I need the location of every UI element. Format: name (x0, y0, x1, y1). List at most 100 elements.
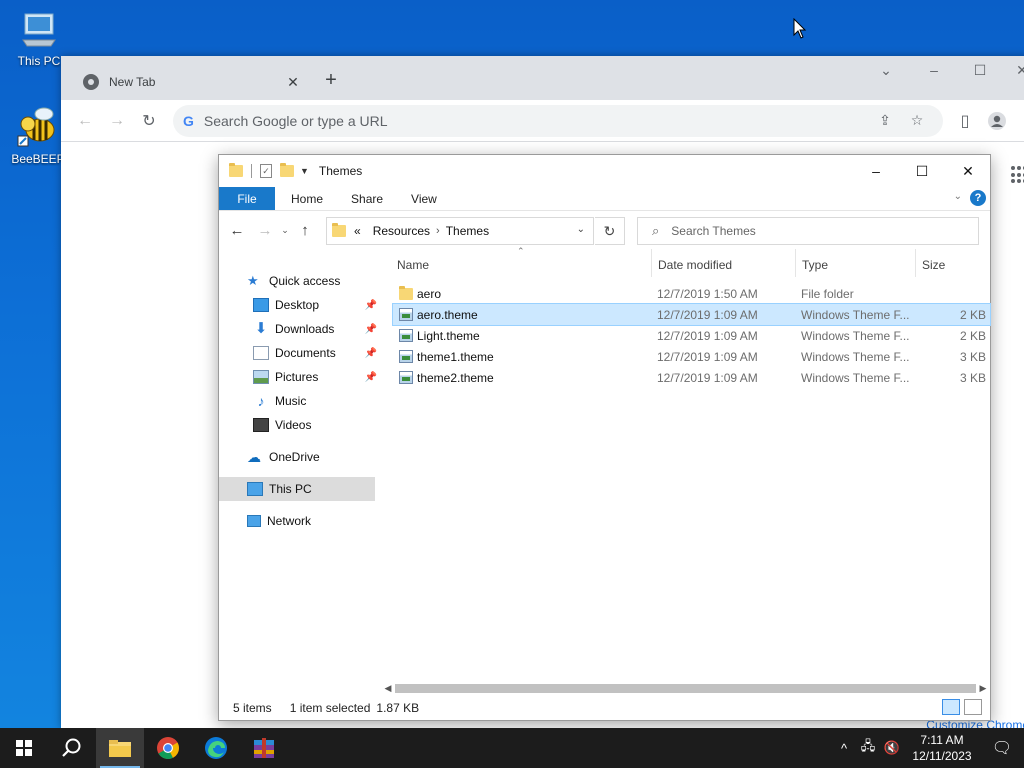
help-icon[interactable]: ? (970, 190, 986, 206)
file-date: 12/7/2019 1:50 AM (657, 287, 758, 301)
horizontal-scrollbar[interactable]: ◀ ▶ (381, 680, 990, 696)
desktop-icon (253, 298, 269, 312)
expand-ribbon-icon[interactable]: ⌄ (954, 191, 962, 202)
tab-file[interactable]: File (219, 187, 275, 210)
search-box[interactable]: ⌕ (637, 217, 979, 245)
mouse-cursor-icon (793, 18, 807, 39)
nav-item-label: OneDrive (269, 450, 320, 464)
address-dropdown-icon[interactable]: ⌄ (577, 224, 585, 235)
computer-icon (247, 482, 263, 496)
file-type: Windows Theme F... (801, 371, 910, 385)
taskbar-chrome[interactable] (144, 728, 192, 768)
back-icon[interactable]: ← (225, 222, 249, 239)
file-row[interactable]: aero.theme 12/7/2019 1:09 AM Windows Theme… (392, 303, 991, 326)
address-bar[interactable]: « Resources › Themes ⌄ (326, 217, 594, 245)
desktop-icon-this-pc[interactable]: This PC (9, 8, 69, 68)
volume-muted-icon[interactable]: 🔇 (880, 740, 904, 756)
details-view-icon[interactable] (942, 699, 960, 715)
nav-videos[interactable]: Videos (219, 413, 381, 437)
column-header-date[interactable]: Date modified (658, 258, 732, 272)
nav-documents[interactable]: Documents 📌 (219, 341, 381, 365)
file-size: 3 KB (959, 350, 986, 364)
nav-music[interactable]: ♪ Music (219, 389, 381, 413)
pin-icon: 📌 (364, 371, 377, 383)
nav-onedrive[interactable]: ☁ OneDrive (219, 445, 381, 469)
quick-access-toolbar-dropdown-icon[interactable]: ▼ (300, 166, 309, 176)
profile-avatar-icon[interactable] (981, 105, 1013, 137)
bee-icon (16, 106, 60, 150)
search-icon (62, 738, 81, 757)
network-icon (247, 515, 261, 527)
nav-this-pc[interactable]: This PC (219, 477, 375, 501)
address-toolbar: ← → ⌄ ↑ « Resources › Themes ⌄ ↻ ⌕ (219, 211, 990, 249)
close-tab-icon[interactable]: ✕ (285, 74, 301, 91)
breadcrumb-separator-icon[interactable]: › (436, 225, 440, 237)
tab-view[interactable]: View (397, 187, 451, 210)
back-icon[interactable]: ← (69, 105, 101, 137)
taskbar: ^ 🖧 🔇 7:11 AM 12/11/2023 🗨 (0, 728, 1024, 768)
file-row[interactable]: theme1.theme 12/7/2019 1:09 AM Windows The… (393, 346, 990, 367)
close-icon[interactable]: ✕ (945, 155, 991, 187)
google-apps-icon[interactable] (1011, 166, 1024, 184)
file-size: 2 KB (959, 329, 986, 343)
nav-desktop[interactable]: Desktop 📌 (219, 293, 381, 317)
file-date: 12/7/2019 1:09 AM (657, 350, 758, 364)
search-input[interactable] (671, 224, 952, 238)
bookmark-star-icon[interactable]: ☆ (901, 112, 933, 129)
refresh-icon[interactable]: ↻ (595, 217, 625, 245)
taskbar-winrar[interactable] (240, 728, 288, 768)
view-toggle (942, 699, 982, 715)
forward-icon[interactable]: → (101, 105, 133, 137)
up-icon[interactable]: ↑ (293, 222, 317, 239)
new-folder-icon[interactable] (280, 163, 294, 177)
file-row[interactable]: aero 12/7/2019 1:50 AM File folder (393, 283, 990, 304)
breadcrumb-overflow[interactable]: « (354, 224, 361, 238)
recent-locations-icon[interactable]: ⌄ (277, 225, 293, 236)
maximize-icon[interactable]: ☐ (899, 155, 945, 187)
properties-icon[interactable]: ✓ (260, 164, 272, 178)
breadcrumb-themes[interactable]: Themes (446, 224, 489, 238)
column-header-size[interactable]: Size (922, 258, 945, 272)
file-row[interactable]: Light.theme 12/7/2019 1:09 AM Windows Them… (393, 325, 990, 346)
nav-downloads[interactable]: ⬇ Downloads 📌 (219, 317, 381, 341)
tab-home[interactable]: Home (277, 187, 337, 210)
column-header-type[interactable]: Type (802, 258, 828, 272)
show-hidden-icons-icon[interactable]: ^ (832, 741, 856, 756)
minimize-icon[interactable]: – (853, 155, 899, 187)
minimize-icon[interactable]: – (911, 62, 957, 78)
omnibox[interactable]: G Search Google or type a URL ⇪ ☆ (173, 104, 943, 137)
scroll-left-icon[interactable]: ◀ (381, 680, 395, 696)
clock[interactable]: 7:11 AM 12/11/2023 (904, 732, 980, 764)
file-row[interactable]: theme2.theme 12/7/2019 1:09 AM Windows The… (393, 367, 990, 388)
breadcrumb-resources[interactable]: Resources (373, 224, 430, 238)
nav-pictures[interactable]: Pictures 📌 (219, 365, 381, 389)
scroll-right-icon[interactable]: ▶ (976, 680, 990, 696)
taskbar-edge[interactable] (192, 728, 240, 768)
forward-icon[interactable]: → (253, 222, 277, 239)
close-window-icon[interactable]: ✕ (999, 62, 1024, 79)
reload-icon[interactable]: ↻ (133, 105, 165, 137)
nav-item-label: Videos (275, 418, 312, 432)
start-button[interactable] (0, 728, 48, 768)
tab-share[interactable]: Share (337, 187, 397, 210)
file-name: aero (417, 287, 442, 301)
nav-network[interactable]: Network (219, 509, 381, 533)
column-header-name[interactable]: Name (397, 258, 429, 272)
search-button[interactable] (48, 728, 96, 768)
scrollbar-thumb[interactable] (395, 684, 976, 693)
share-icon[interactable]: ⇪ (869, 112, 901, 129)
notifications-icon[interactable]: 🗨 (980, 738, 1024, 758)
network-status-icon[interactable]: 🖧 (856, 737, 880, 759)
maximize-icon[interactable]: ☐ (957, 62, 1003, 79)
tab-search-icon[interactable]: ⌄ (863, 62, 909, 79)
cloud-icon: ☁ (247, 449, 261, 465)
side-panel-icon[interactable]: ▯ (949, 105, 981, 137)
pin-icon: 📌 (364, 299, 377, 311)
taskbar-file-explorer[interactable] (96, 728, 144, 768)
nav-quick-access[interactable]: ★ Quick access (219, 269, 381, 293)
chrome-tab-new-tab[interactable]: New Tab ✕ (69, 64, 311, 100)
new-tab-button[interactable]: + (319, 68, 343, 92)
theme-file-icon (399, 350, 413, 363)
desktop-icon-beebeep[interactable]: BeeBEEP (8, 106, 68, 166)
large-icons-view-icon[interactable] (964, 699, 982, 715)
